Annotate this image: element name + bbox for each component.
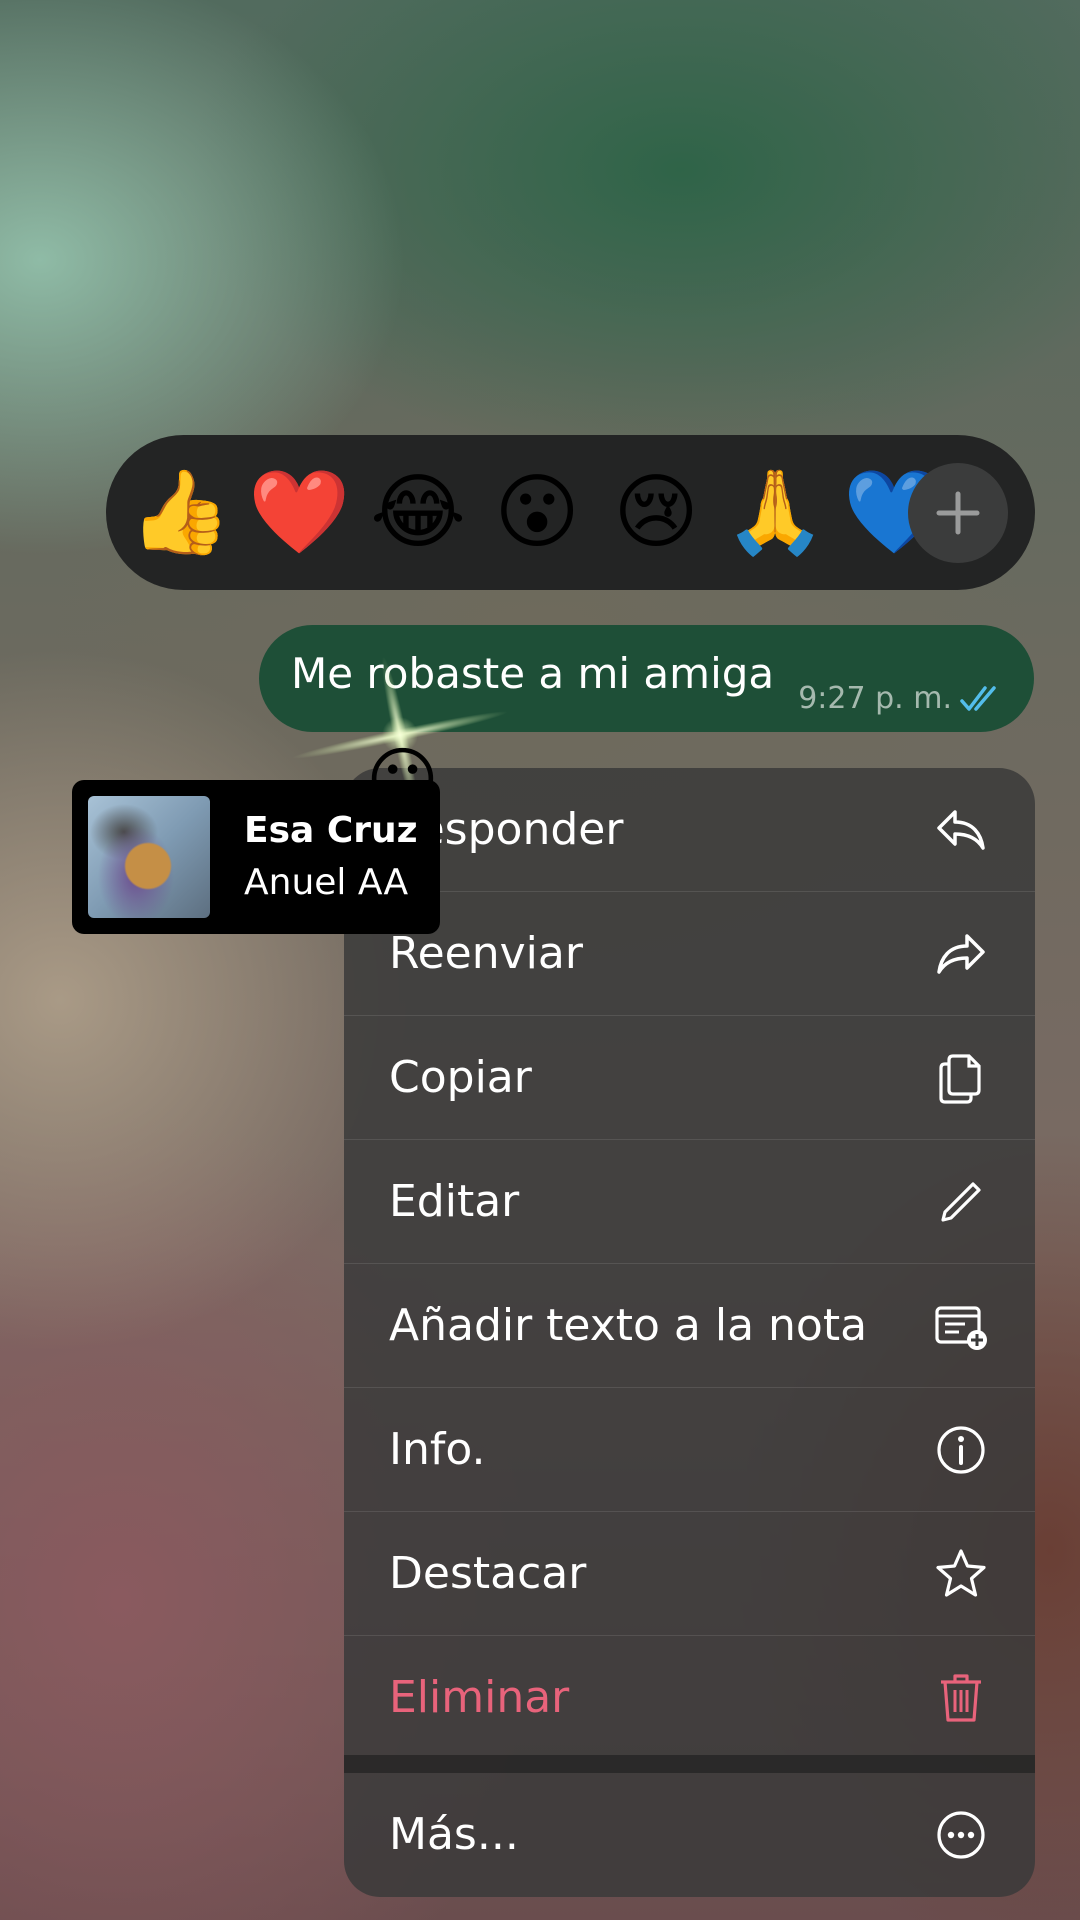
trash-icon: [941, 1674, 981, 1722]
floating-emoji: 😕: [366, 739, 439, 821]
menu-item-label: Editar: [389, 1176, 520, 1227]
menu-item-label: Reenviar: [389, 928, 583, 979]
more-icon: [937, 1811, 985, 1859]
menu-item-add-to-note[interactable]: Añadir texto a la nota: [344, 1264, 1035, 1388]
reaction-heart[interactable]: ❤️: [248, 435, 350, 590]
reaction-bar: 👍 ❤️ 😂 😮 😢 🙏 💙: [106, 435, 1035, 590]
menu-separator: [344, 1755, 1035, 1773]
forward-icon: [937, 934, 985, 974]
menu-item-copy[interactable]: Copiar: [344, 1016, 1035, 1140]
message-meta: 9:27 p. m.: [798, 681, 1006, 716]
reaction-pray[interactable]: 🙏: [724, 435, 826, 590]
star-icon: [936, 1549, 986, 1597]
menu-item-label: Eliminar: [389, 1672, 570, 1723]
reaction-surprised[interactable]: 😮: [487, 435, 587, 590]
info-icon: [937, 1426, 985, 1474]
menu-item-label: Más...: [389, 1809, 519, 1860]
more-reactions-button[interactable]: [908, 463, 1008, 563]
menu-item-info[interactable]: Info.: [344, 1388, 1035, 1512]
copy-icon: [939, 1054, 981, 1104]
song-artist: Anuel AA: [244, 862, 409, 903]
menu-item-star[interactable]: Destacar: [344, 1512, 1035, 1636]
reaction-laugh[interactable]: 😂: [368, 435, 468, 590]
menu-item-more[interactable]: Más...: [344, 1773, 1035, 1896]
menu-item-label: Añadir texto a la nota: [389, 1300, 868, 1351]
message-time: 9:27 p. m.: [798, 681, 952, 716]
menu-item-label: Copiar: [389, 1052, 532, 1103]
reaction-crying[interactable]: 😢: [606, 435, 706, 590]
menu-item-label: Destacar: [389, 1548, 587, 1599]
context-menu: Responder Reenviar Copiar Editar Añadir …: [344, 768, 1035, 1897]
pencil-icon: [941, 1182, 981, 1222]
menu-item-delete[interactable]: Eliminar: [344, 1636, 1035, 1759]
note-add-icon: [935, 1306, 987, 1350]
double-check-icon: [960, 685, 996, 711]
menu-item-edit[interactable]: Editar: [344, 1140, 1035, 1264]
album-art: [88, 796, 210, 918]
menu-item-forward[interactable]: Reenviar: [344, 892, 1035, 1016]
menu-item-label: Info.: [389, 1424, 486, 1475]
reaction-thumbs-up[interactable]: 👍: [129, 435, 231, 590]
plus-icon: [936, 491, 980, 535]
reply-icon: [937, 810, 985, 850]
